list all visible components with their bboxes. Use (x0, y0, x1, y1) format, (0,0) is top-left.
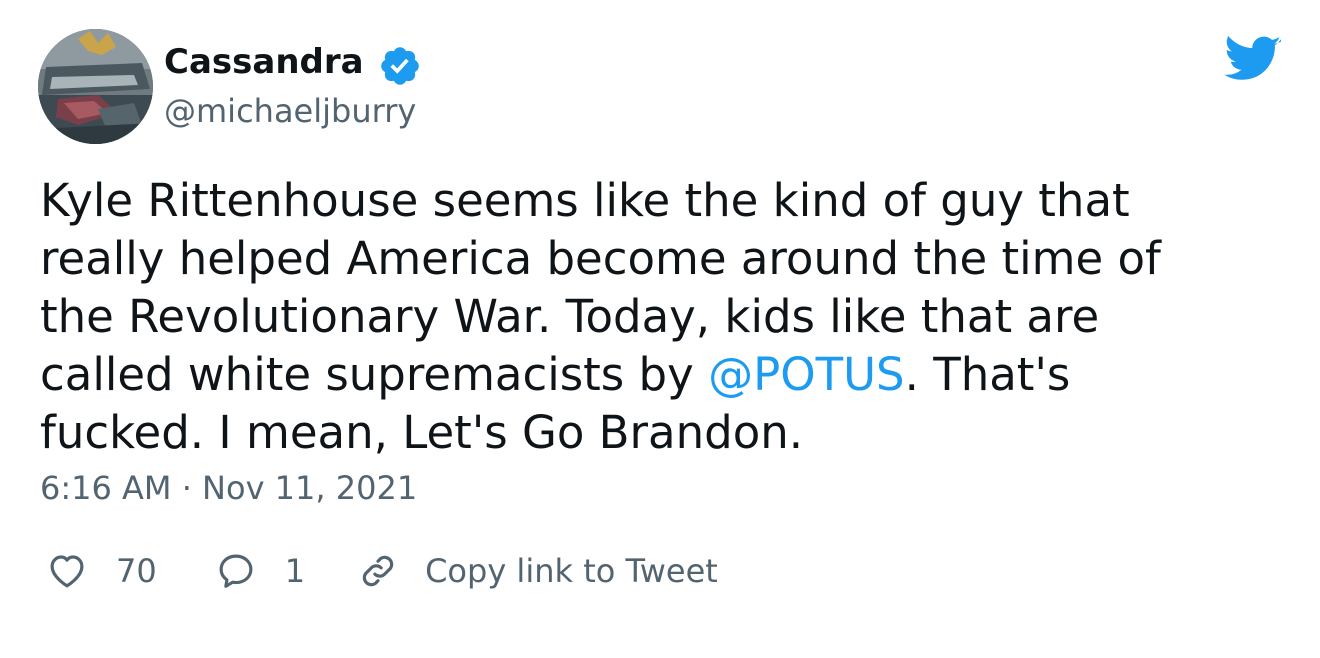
tweet-timestamp[interactable]: 6:16 AM · Nov 11, 2021 (40, 466, 417, 510)
tweet-text: Kyle Rittenhouse seems like the kind of … (40, 172, 1280, 462)
avatar-photo (38, 29, 153, 144)
verified-badge-icon (381, 47, 419, 85)
author-handle[interactable]: @michaeljburry (164, 90, 416, 132)
reply-button[interactable]: 1 (215, 546, 305, 596)
mention-link-potus[interactable]: @POTUS (708, 348, 905, 401)
author-name[interactable]: Cassandra (164, 40, 364, 84)
like-button[interactable]: 70 (46, 546, 157, 596)
copy-link-button[interactable]: Copy link to Tweet (357, 546, 718, 596)
tweet-actions: 70 1 Copy link to Tweet (46, 546, 718, 596)
author-avatar[interactable] (38, 29, 153, 144)
heart-icon (50, 555, 84, 588)
twitter-bird-icon[interactable] (1224, 36, 1282, 84)
like-count: 70 (116, 552, 157, 590)
link-icon (362, 555, 394, 587)
copy-link-label: Copy link to Tweet (425, 552, 718, 590)
reply-count: 1 (284, 552, 306, 590)
reply-bubble-icon (219, 554, 253, 588)
tweet-card: Cassandra @michaeljburry Kyle Rittenhous… (0, 0, 1320, 658)
